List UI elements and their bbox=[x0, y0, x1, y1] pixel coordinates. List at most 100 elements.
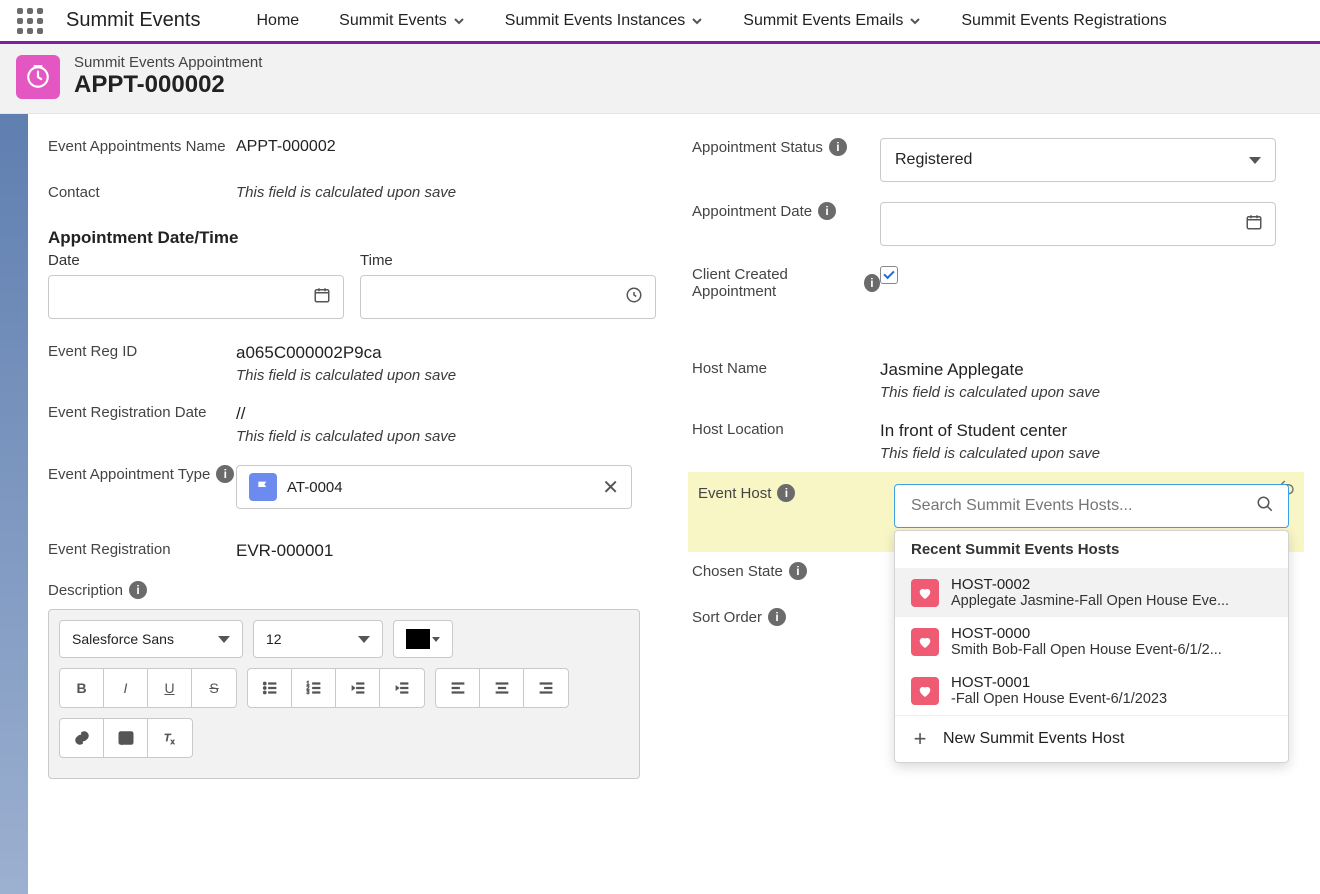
input-appt-date[interactable] bbox=[880, 202, 1276, 246]
heart-icon bbox=[911, 579, 939, 607]
underline-button[interactable]: U bbox=[148, 669, 192, 707]
info-icon[interactable]: i bbox=[768, 608, 786, 626]
strike-button[interactable]: S bbox=[192, 669, 236, 707]
object-label: Summit Events Appointment bbox=[74, 54, 262, 71]
value-host-name: Jasmine Applegate bbox=[880, 360, 1300, 380]
field-appt-name: Event Appointments Name APPT-000002 bbox=[48, 128, 656, 174]
label-host-location: Host Location bbox=[692, 421, 880, 438]
input-date[interactable] bbox=[48, 275, 344, 319]
field-event-registration: Event Registration EVR-000001 bbox=[48, 519, 656, 571]
dropdown-new-host[interactable]: + New Summit Events Host bbox=[895, 715, 1288, 762]
align-center-button[interactable] bbox=[480, 669, 524, 707]
label-sort-order: Sort Order bbox=[692, 609, 762, 626]
label-contact: Contact bbox=[48, 184, 236, 201]
align-right-button[interactable] bbox=[524, 669, 568, 707]
record-title: APPT-000002 bbox=[74, 71, 262, 99]
field-event-reg-date: Event Registration Date // This field is… bbox=[48, 394, 656, 455]
nav-instances[interactable]: Summit Events Instances bbox=[485, 0, 724, 43]
dropdown-item-detail: Applegate Jasmine-Fall Open House Eve... bbox=[951, 593, 1229, 609]
heart-icon bbox=[911, 677, 939, 705]
chevron-down-icon bbox=[691, 15, 703, 27]
outdent-button[interactable] bbox=[336, 669, 380, 707]
italic-button[interactable]: I bbox=[104, 669, 148, 707]
chevron-down-icon bbox=[1249, 157, 1261, 164]
clock-icon bbox=[625, 286, 643, 308]
info-icon[interactable]: i bbox=[818, 202, 836, 220]
color-swatch bbox=[406, 629, 430, 649]
search-icon bbox=[1256, 495, 1274, 518]
field-client-created: Client Created Appointment i bbox=[692, 256, 1300, 310]
label-appt-name: Event Appointments Name bbox=[48, 138, 236, 155]
number-list-button[interactable]: 123 bbox=[292, 669, 336, 707]
lookup-event-host[interactable] bbox=[894, 484, 1289, 528]
value-appt-name: APPT-000002 bbox=[236, 138, 656, 156]
bold-button[interactable]: B bbox=[60, 669, 104, 707]
appointment-object-icon bbox=[16, 55, 60, 99]
font-size-select[interactable]: 12 bbox=[253, 620, 383, 658]
right-column: Appointment Status i Registered Appointm… bbox=[692, 128, 1300, 789]
info-icon[interactable]: i bbox=[864, 274, 880, 292]
font-color-select[interactable] bbox=[393, 620, 453, 658]
note-event-reg-date: This field is calculated upon save bbox=[236, 428, 656, 445]
calendar-icon bbox=[1245, 213, 1263, 235]
nav-summit-events[interactable]: Summit Events bbox=[319, 0, 485, 43]
info-icon[interactable]: i bbox=[829, 138, 847, 156]
field-event-reg-id: Event Reg ID a065C000002P9ca This field … bbox=[48, 333, 656, 394]
field-host-location: Host Location In front of Student center… bbox=[692, 411, 1300, 472]
label-host-name: Host Name bbox=[692, 360, 880, 377]
field-contact: Contact This field is calculated upon sa… bbox=[48, 174, 656, 220]
value-event-registration: EVR-000001 bbox=[236, 541, 656, 561]
indent-button[interactable] bbox=[380, 669, 424, 707]
value-host-location: In front of Student center bbox=[880, 421, 1300, 441]
link-button[interactable] bbox=[60, 719, 104, 757]
note-host-name: This field is calculated upon save bbox=[880, 384, 1300, 401]
image-button[interactable] bbox=[104, 719, 148, 757]
nav-emails-label: Summit Events Emails bbox=[743, 12, 903, 30]
label-event-reg-id: Event Reg ID bbox=[48, 343, 236, 360]
value-appt-type: AT-0004 bbox=[287, 479, 343, 496]
info-icon[interactable]: i bbox=[777, 484, 795, 502]
pill-appt-type[interactable]: AT-0004 ✕ bbox=[236, 465, 632, 509]
nav-instances-label: Summit Events Instances bbox=[505, 12, 686, 30]
field-host-name: Host Name Jasmine Applegate This field i… bbox=[692, 350, 1300, 411]
select-status[interactable]: Registered bbox=[880, 138, 1276, 182]
align-left-button[interactable] bbox=[436, 669, 480, 707]
nav-home[interactable]: Home bbox=[236, 0, 319, 43]
bullet-list-button[interactable] bbox=[248, 669, 292, 707]
dropdown-item-host-0001[interactable]: HOST-0001 -Fall Open House Event-6/1/202… bbox=[895, 666, 1288, 715]
nav-registrations[interactable]: Summit Events Registrations bbox=[941, 0, 1186, 43]
info-icon[interactable]: i bbox=[789, 562, 807, 580]
label-date: Date bbox=[48, 252, 344, 269]
font-family-value: Salesforce Sans bbox=[72, 631, 174, 647]
svg-text:x: x bbox=[171, 737, 175, 746]
checkbox-client-created[interactable] bbox=[880, 266, 898, 284]
dropdown-item-host-0000[interactable]: HOST-0000 Smith Bob-Fall Open House Even… bbox=[895, 617, 1288, 666]
app-launcher-icon[interactable] bbox=[12, 3, 48, 39]
dropdown-new-label: New Summit Events Host bbox=[943, 730, 1124, 748]
font-size-value: 12 bbox=[266, 631, 282, 647]
clear-format-button[interactable]: Tx bbox=[148, 719, 192, 757]
nav-summit-events-label: Summit Events bbox=[339, 12, 447, 30]
note-contact: This field is calculated upon save bbox=[236, 184, 656, 201]
lookup-input[interactable] bbox=[909, 496, 1238, 516]
dropdown-item-name: HOST-0000 bbox=[951, 625, 1222, 642]
label-appt-type: Event Appointment Type bbox=[48, 466, 210, 483]
label-client-created: Client Created Appointment bbox=[692, 266, 858, 300]
nav-emails[interactable]: Summit Events Emails bbox=[723, 0, 941, 43]
close-icon[interactable]: ✕ bbox=[602, 475, 619, 500]
info-icon[interactable]: i bbox=[129, 581, 147, 599]
input-time[interactable] bbox=[360, 275, 656, 319]
page-header: Summit Events Appointment APPT-000002 bbox=[0, 44, 1320, 114]
section-appt-datetime: Appointment Date/Time bbox=[48, 220, 656, 252]
info-icon[interactable]: i bbox=[216, 465, 234, 483]
chevron-down-icon bbox=[453, 15, 465, 27]
chevron-down-icon bbox=[909, 15, 921, 27]
lookup-dropdown: Recent Summit Events Hosts HOST-0002 App… bbox=[894, 530, 1289, 763]
chevron-down-icon bbox=[432, 637, 440, 642]
waffle-icon bbox=[17, 8, 43, 34]
dropdown-item-name: HOST-0001 bbox=[951, 674, 1167, 691]
rich-text-editor[interactable]: Salesforce Sans 12 bbox=[48, 609, 640, 779]
dropdown-item-host-0002[interactable]: HOST-0002 Applegate Jasmine-Fall Open Ho… bbox=[895, 568, 1288, 617]
font-family-select[interactable]: Salesforce Sans bbox=[59, 620, 243, 658]
dropdown-item-detail: -Fall Open House Event-6/1/2023 bbox=[951, 691, 1167, 707]
